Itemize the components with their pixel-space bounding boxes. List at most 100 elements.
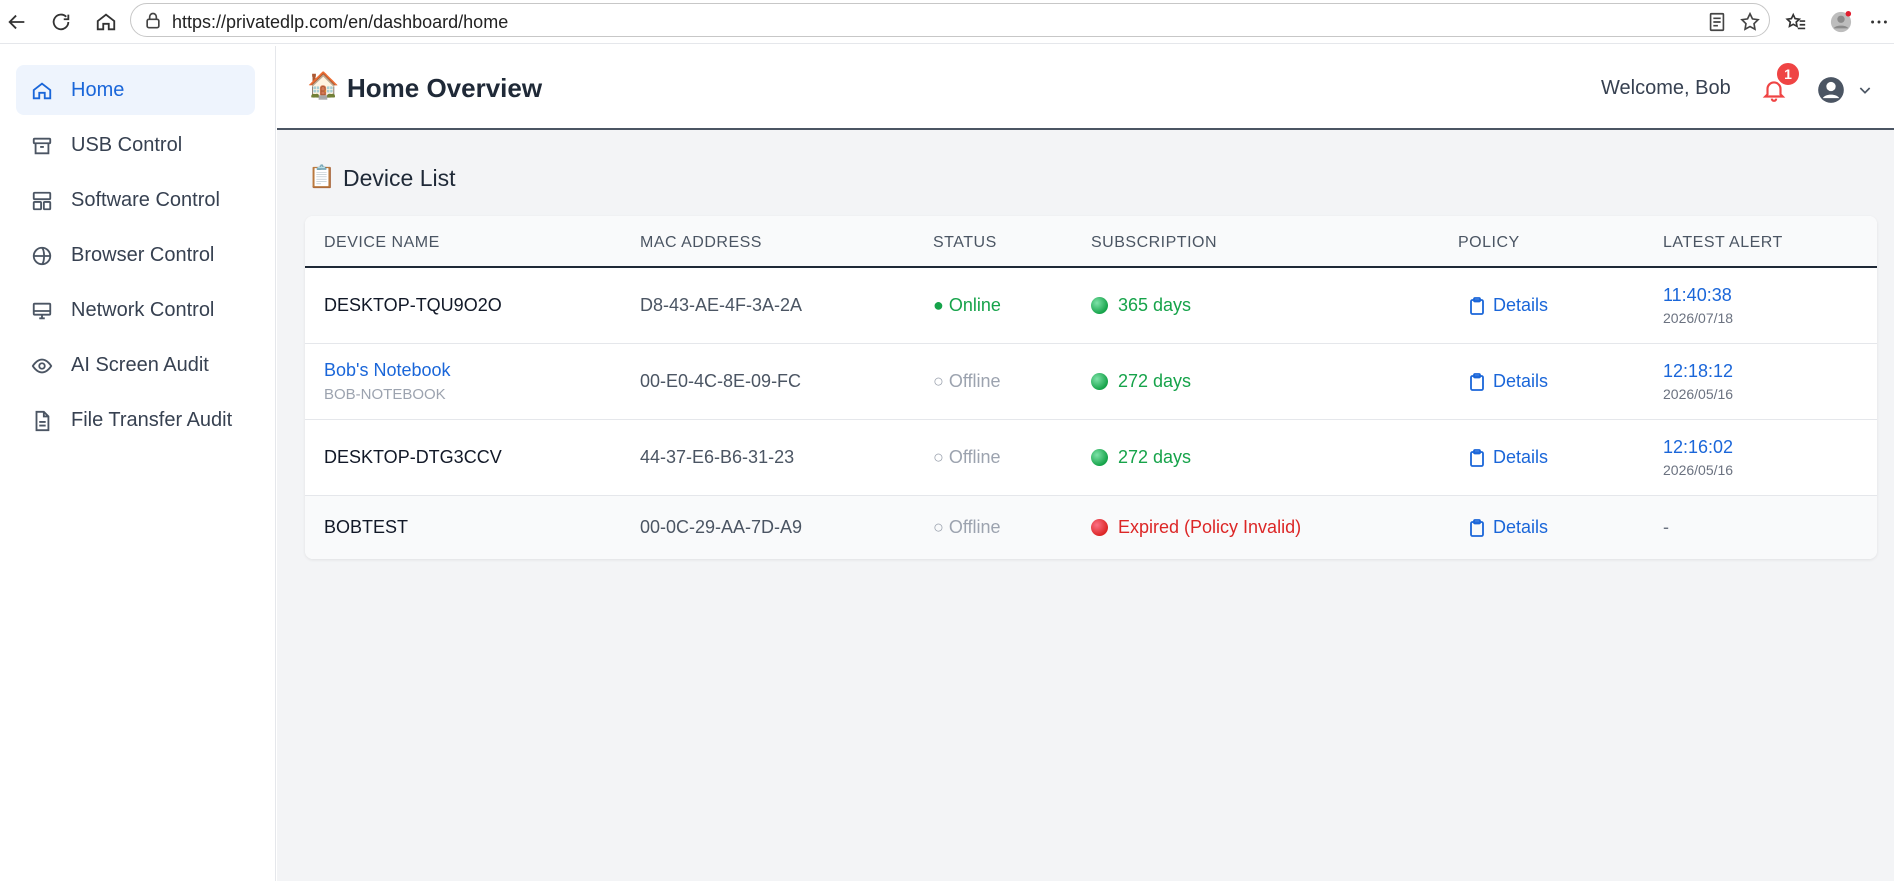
device-name: BOBTEST bbox=[324, 517, 409, 537]
details-label: Details bbox=[1493, 447, 1549, 467]
arrow-left-icon bbox=[8, 14, 25, 30]
top-header: 🏠 Home Overview Welcome, Bob 1 bbox=[277, 46, 1894, 130]
main-content: 🏠 Home Overview Welcome, Bob 1 📋 Device … bbox=[277, 46, 1894, 881]
device-hostname: BOB-NOTEBOOK bbox=[324, 386, 446, 403]
subscription: Expired (Policy Invalid) bbox=[1091, 517, 1301, 538]
subscription: 272 days bbox=[1091, 447, 1191, 468]
alert-time-link[interactable]: 12:16:02 bbox=[1663, 437, 1733, 458]
house-emoji-icon: 🏠 bbox=[307, 70, 340, 100]
table-row[interactable]: BOBTEST 00-0C-29-AA-7D-A9 ○ Offline Expi… bbox=[305, 496, 1877, 559]
sidebar-item-browser-control[interactable]: Browser Control bbox=[16, 230, 255, 280]
monitor-icon bbox=[32, 302, 52, 320]
subscription-text: 272 days bbox=[1118, 371, 1192, 391]
sidebar-item-file-transfer-audit[interactable]: File Transfer Audit bbox=[16, 395, 255, 445]
reload-button[interactable] bbox=[46, 7, 76, 37]
status-dot-icon bbox=[1091, 449, 1108, 466]
details-link[interactable]: Details bbox=[1469, 517, 1548, 538]
clipboard-icon bbox=[1470, 448, 1484, 467]
subscription-text: 365 days bbox=[1118, 295, 1192, 315]
sidebar-item-home[interactable]: Home bbox=[16, 65, 255, 115]
back-button[interactable] bbox=[2, 7, 32, 37]
mac-address: 00-0C-29-AA-7D-A9 bbox=[640, 517, 803, 537]
table-row[interactable]: Bob's Notebook BOB-NOTEBOOK 00-E0-4C-8E-… bbox=[305, 344, 1877, 420]
table-row[interactable]: DESKTOP-DTG3CCV 44-37-E6-B6-31-23 ○ Offl… bbox=[305, 420, 1877, 496]
page-title: Home Overview bbox=[347, 73, 543, 103]
profile-avatar-icon bbox=[1830, 11, 1852, 33]
alert-date: 2026/05/16 bbox=[1663, 462, 1734, 478]
sidebar-item-label: File Transfer Audit bbox=[71, 409, 233, 431]
subscription: 272 days bbox=[1091, 371, 1191, 392]
clipboard-icon bbox=[1470, 296, 1484, 315]
reload-icon bbox=[52, 13, 70, 31]
globe-icon bbox=[32, 246, 52, 266]
status-badge: ○ Offline bbox=[933, 447, 1001, 467]
archive-icon bbox=[32, 137, 52, 155]
status-dot-icon bbox=[1091, 519, 1108, 536]
sidebar-item-label: Browser Control bbox=[71, 244, 215, 266]
alert-empty: - bbox=[1663, 517, 1669, 537]
favorites-icon bbox=[1785, 12, 1806, 30]
details-link[interactable]: Details bbox=[1469, 295, 1548, 316]
table-row[interactable]: DESKTOP-TQU9O2O D8-43-AE-4F-3A-2A ● Onli… bbox=[305, 268, 1877, 344]
star-icon[interactable] bbox=[1739, 11, 1761, 33]
clipboard-icon bbox=[1470, 372, 1484, 391]
eye-icon bbox=[31, 358, 53, 374]
profile-button[interactable] bbox=[1826, 7, 1856, 37]
more-menu-button[interactable] bbox=[1864, 7, 1894, 37]
details-label: Details bbox=[1493, 295, 1549, 315]
clipboard-icon bbox=[1470, 518, 1484, 537]
section-title: Device List bbox=[343, 165, 456, 191]
welcome-text: Welcome, Bob bbox=[1601, 77, 1731, 99]
sidebar-item-usb-control[interactable]: USB Control bbox=[16, 120, 255, 170]
device-table: DEVICE NAME MAC ADDRESS STATUS SUBSCRIPT… bbox=[305, 216, 1877, 559]
status-badge: ○ Offline bbox=[933, 371, 1001, 391]
details-label: Details bbox=[1493, 517, 1549, 537]
subscription: 365 days bbox=[1091, 295, 1191, 316]
file-icon bbox=[35, 410, 50, 432]
sidebar: Home USB Control Software Control Browse… bbox=[0, 46, 276, 881]
address-bar[interactable]: https://privatedlp.com/en/dashboard/home bbox=[130, 3, 1770, 37]
more-icon bbox=[1871, 20, 1887, 24]
details-link[interactable]: Details bbox=[1469, 371, 1548, 392]
subscription-text: Expired (Policy Invalid) bbox=[1118, 517, 1302, 537]
column-header: LATEST ALERT bbox=[1663, 234, 1783, 251]
sidebar-item-label: AI Screen Audit bbox=[71, 354, 209, 376]
mac-address: D8-43-AE-4F-3A-2A bbox=[640, 295, 803, 315]
chevron-down-icon[interactable] bbox=[1857, 82, 1873, 98]
notification-badge: 1 bbox=[1775, 61, 1801, 87]
clipboard-emoji-icon: 📋 bbox=[308, 164, 336, 189]
mac-address: 44-37-E6-B6-31-23 bbox=[640, 447, 795, 467]
alert-date: 2026/05/16 bbox=[1663, 386, 1734, 402]
column-header: STATUS bbox=[933, 234, 997, 251]
url-text: https://privatedlp.com/en/dashboard/home bbox=[172, 12, 509, 32]
mac-address: 00-E0-4C-8E-09-FC bbox=[640, 371, 802, 391]
sidebar-item-label: Home bbox=[71, 79, 125, 101]
favorites-button[interactable] bbox=[1781, 7, 1811, 37]
status-dot-icon bbox=[1091, 297, 1108, 314]
layout-icon bbox=[32, 191, 52, 211]
alert-time-link[interactable]: 11:40:38 bbox=[1663, 285, 1732, 306]
sidebar-item-network-control[interactable]: Network Control bbox=[16, 285, 255, 335]
column-header: MAC ADDRESS bbox=[640, 234, 762, 251]
user-circle-icon[interactable] bbox=[1817, 76, 1845, 104]
reader-view-icon[interactable] bbox=[1706, 11, 1728, 33]
details-label: Details bbox=[1493, 371, 1549, 391]
column-header: DEVICE NAME bbox=[324, 234, 440, 251]
alert-time-link[interactable]: 12:18:12 bbox=[1663, 361, 1733, 382]
alert-date: 2026/07/18 bbox=[1663, 310, 1734, 326]
home-browser-button[interactable] bbox=[91, 7, 121, 37]
sidebar-item-label: Software Control bbox=[71, 189, 220, 211]
column-header: POLICY bbox=[1458, 234, 1520, 251]
sidebar-item-ai-screen-audit[interactable]: AI Screen Audit bbox=[16, 340, 255, 390]
house-icon bbox=[96, 13, 116, 31]
sidebar-item-label: Network Control bbox=[71, 299, 215, 321]
sidebar-item-software-control[interactable]: Software Control bbox=[16, 175, 255, 225]
device-name: DESKTOP-TQU9O2O bbox=[324, 295, 502, 315]
device-name-link[interactable]: Bob's Notebook bbox=[324, 360, 451, 381]
home-icon bbox=[32, 82, 52, 100]
device-name: DESKTOP-DTG3CCV bbox=[324, 447, 502, 467]
column-header: SUBSCRIPTION bbox=[1091, 234, 1218, 251]
browser-toolbar: https://privatedlp.com/en/dashboard/home bbox=[0, 0, 1894, 44]
status-dot-icon bbox=[1091, 373, 1108, 390]
details-link[interactable]: Details bbox=[1469, 447, 1548, 468]
